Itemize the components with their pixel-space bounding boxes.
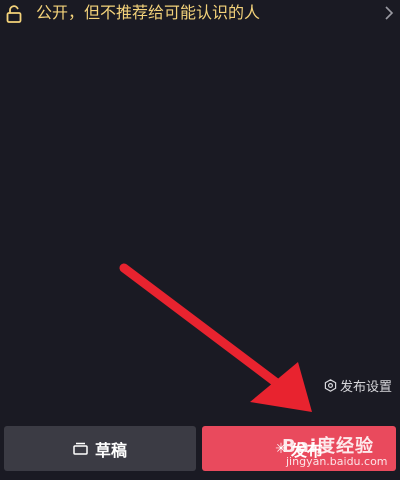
unlock-icon [6, 5, 22, 23]
draft-button-label: 草稿 [94, 440, 127, 460]
sparkle-icon: ✳ [275, 440, 287, 457]
publish-button-label: 发布 [290, 440, 323, 460]
publish-button[interactable]: ✳ 发布 [202, 426, 396, 471]
privacy-setting-row[interactable]: 公开，但不推荐给可能认识的人 [0, 0, 400, 28]
settings-hexagon-icon [324, 378, 337, 392]
draft-button[interactable]: 草稿 [4, 426, 196, 471]
chevron-right-icon [385, 6, 394, 20]
publish-settings-label: 发布设置 [340, 379, 393, 395]
privacy-setting-label: 公开，但不推荐给可能认识的人 [36, 3, 261, 22]
draft-box-icon [73, 442, 88, 455]
annotation-arrow [119, 263, 312, 412]
publish-settings-link[interactable]: 发布设置 [324, 376, 393, 395]
